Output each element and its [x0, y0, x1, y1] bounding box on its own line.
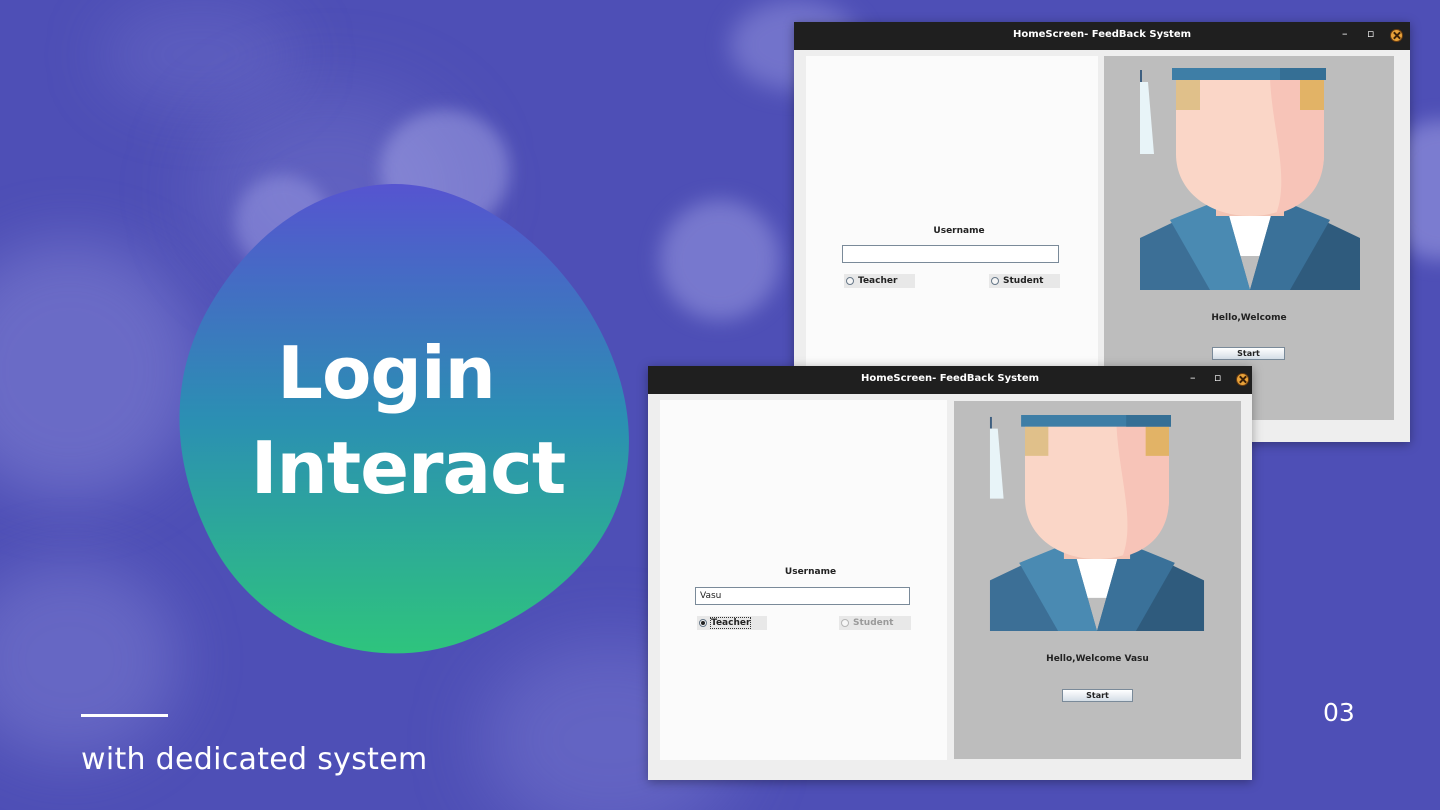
- username-label: Username: [784, 567, 837, 577]
- page-number: 03: [1323, 698, 1355, 727]
- title-bar[interactable]: HomeScreen- FeedBack System – ▫: [794, 22, 1410, 50]
- graduate-avatar-icon: [989, 415, 1205, 631]
- student-radio[interactable]: Student: [989, 274, 1060, 288]
- teacher-radio[interactable]: Teacher: [697, 616, 767, 630]
- teacher-radio-label: Teacher: [709, 617, 752, 629]
- window-title: HomeScreen- FeedBack System: [860, 373, 1040, 384]
- headline-blob: Login Interact: [172, 182, 632, 656]
- welcome-message: Hello,Welcome Vasu: [1046, 654, 1149, 664]
- start-button[interactable]: Start: [1062, 689, 1133, 702]
- student-radio-label: Student: [853, 618, 894, 628]
- maximize-button[interactable]: ▫: [1214, 371, 1221, 385]
- title-bar[interactable]: HomeScreen- FeedBack System – ▫: [648, 366, 1252, 394]
- close-icon[interactable]: [1236, 373, 1249, 386]
- homescreen-window-front: HomeScreen- FeedBack System – ▫ Username…: [648, 366, 1252, 780]
- teacher-radio-label: Teacher: [858, 276, 898, 286]
- welcome-message: Hello,Welcome: [1211, 313, 1287, 323]
- window-title: HomeScreen- FeedBack System: [1012, 29, 1192, 40]
- welcome-panel: Hello,Welcome Vasu Start: [954, 401, 1241, 759]
- close-icon[interactable]: [1390, 29, 1403, 42]
- radio-selected-icon: [699, 619, 707, 627]
- teacher-radio[interactable]: Teacher: [844, 274, 915, 288]
- radio-circle-icon: [841, 619, 849, 627]
- headline-login: Login: [277, 331, 496, 415]
- blob-shape: [179, 183, 629, 654]
- student-radio[interactable]: Student: [839, 616, 911, 630]
- radio-circle-icon: [846, 277, 854, 285]
- graduate-avatar-icon: [1140, 68, 1360, 290]
- username-input[interactable]: [842, 245, 1059, 263]
- radio-circle-icon: [991, 277, 999, 285]
- maximize-button[interactable]: ▫: [1367, 27, 1374, 41]
- minimize-button[interactable]: –: [1190, 371, 1196, 385]
- slide-subtitle: with dedicated system: [81, 742, 428, 777]
- accent-rule: [81, 714, 168, 717]
- student-radio-label: Student: [1003, 276, 1044, 286]
- username-label: Username: [933, 226, 985, 236]
- headline-interact: Interact: [250, 426, 567, 510]
- minimize-button[interactable]: –: [1342, 27, 1348, 41]
- username-input[interactable]: Vasu: [695, 587, 910, 605]
- login-panel: Username Vasu Teacher Student: [660, 400, 947, 760]
- start-button[interactable]: Start: [1212, 347, 1285, 360]
